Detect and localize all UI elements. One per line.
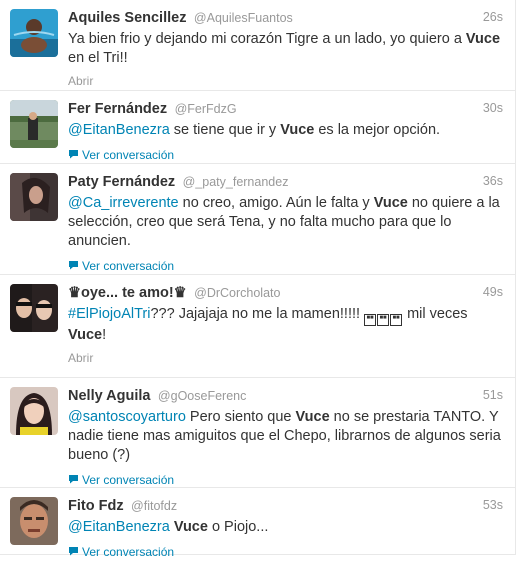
tweet-username[interactable]: @gOoseFerenc [158, 389, 246, 403]
hashtag-link[interactable]: #ElPiojoAlTri [68, 306, 150, 322]
mention-link[interactable]: @santoscoyarturo [68, 409, 186, 425]
missing-glyph-box-icon: ■■ [377, 314, 390, 326]
view-conversation-label: Ver conversación [82, 148, 175, 162]
view-conversation-label: Ver conversación [82, 473, 175, 487]
tweet-highlight: Vuce [465, 31, 501, 47]
tweet-fullname[interactable]: Fito Fdz [68, 498, 124, 514]
view-conversation-label: Ver conversación [82, 545, 175, 559]
tweet-timestamp[interactable]: 49s [483, 285, 503, 299]
tweet-text-segment: no creo, amigo. Aún le falta y [178, 195, 374, 211]
tweet-header: Fito Fdz @fitofdz 53s [68, 497, 503, 517]
mention-link[interactable]: @Ca_irreverente [68, 195, 179, 211]
tweet-timestamp[interactable]: 30s [483, 101, 503, 115]
tweet-timeline: Aquiles Sencillez @AquilesFuantos 26s Ya… [0, 0, 516, 559]
avatar[interactable] [10, 284, 58, 332]
expand-link[interactable]: Abrir [68, 74, 503, 92]
tweet-username[interactable]: @FerFdzG [175, 102, 237, 116]
tweet-text: @Ca_irreverente no creo, amigo. Aún le f… [68, 194, 503, 251]
tweet-fullname[interactable]: Fer Fernández [68, 101, 167, 117]
tweet-text-segment: ??? Jajajaja no me la mamen!!!!! [150, 306, 365, 322]
tweet-highlight: Vuce [295, 409, 330, 425]
speech-bubble-icon [68, 259, 79, 273]
avatar[interactable] [10, 173, 58, 221]
tweet-username[interactable]: @fitofdz [131, 499, 177, 513]
tweet-item[interactable]: Aquiles Sencillez @AquilesFuantos 26s Ya… [0, 0, 515, 91]
tweet-fullname[interactable]: ♛oye... te amo!♛ [68, 285, 187, 301]
tweet-text: @santoscoyarturo Pero siento que Vuce no… [68, 408, 503, 465]
tweet-text: @EitanBenezra se tiene que ir y Vuce es … [68, 121, 503, 140]
tweet-text-segment: ! [102, 327, 107, 343]
tweet-timestamp[interactable]: 53s [483, 498, 503, 512]
tweet-text: #ElPiojoAlTri??? Jajajaja no me la mamen… [68, 305, 503, 345]
tweet-fullname[interactable]: Nelly Aguila [68, 388, 150, 404]
speech-bubble-icon [68, 473, 79, 487]
speech-bubble-icon [68, 545, 79, 559]
tweet-item[interactable]: Fer Fernández @FerFdzG 30s @EitanBenezra… [0, 91, 515, 164]
tweet-highlight: Vuce [280, 122, 315, 138]
avatar[interactable] [10, 9, 58, 57]
tweet-text-segment: mil veces [403, 306, 468, 322]
view-conversation-label: Ver conversación [82, 259, 175, 273]
view-conversation-link[interactable]: Ver conversación [68, 257, 503, 275]
view-conversation-link[interactable]: Ver conversación [68, 146, 503, 164]
tweet-username[interactable]: @DrCorcholato [194, 286, 280, 300]
tweet-highlight: Vuce [173, 519, 208, 535]
tweet-timestamp[interactable]: 26s [483, 10, 503, 24]
tweet-highlight: Vuce [68, 327, 103, 343]
tweet-text-segment: se tiene que ir y [169, 122, 281, 138]
missing-glyph-box-icon: ■■ [364, 314, 377, 326]
tweet-text-segment: es la mejor opción. [314, 122, 441, 138]
tweet-item[interactable]: Nelly Aguila @gOoseFerenc 51s @santoscoy… [0, 378, 515, 488]
tweet-timestamp[interactable]: 36s [483, 174, 503, 188]
tweet-text-segment: en el Tri!! [68, 50, 128, 66]
tweet-timestamp[interactable]: 51s [483, 388, 503, 402]
tweet-fullname[interactable]: Paty Fernández [68, 174, 175, 190]
tweet-username[interactable]: @AquilesFuantos [194, 11, 293, 25]
tweet-header: ♛oye... te amo!♛ @DrCorcholato 49s [68, 284, 503, 304]
avatar[interactable] [10, 100, 58, 148]
mention-link[interactable]: @EitanBenezra [68, 122, 170, 138]
tweet-fullname[interactable]: Aquiles Sencillez [68, 10, 186, 26]
tweet-header: Aquiles Sencillez @AquilesFuantos 26s [68, 9, 503, 29]
expand-link[interactable]: Abrir [68, 351, 503, 369]
tweet-text-segment: o Piojo... [207, 519, 269, 535]
view-conversation-link[interactable]: Ver conversación [68, 471, 503, 489]
view-conversation-link[interactable]: Ver conversación [68, 543, 503, 561]
speech-bubble-icon [68, 148, 79, 162]
tweet-highlight: Vuce [373, 195, 408, 211]
tweet-text-segment: Ya bien frio y dejando mi corazón Tigre … [68, 31, 466, 47]
tweet-item[interactable]: Fito Fdz @fitofdz 53s @EitanBenezra Vuce… [0, 488, 515, 559]
avatar[interactable] [10, 497, 58, 545]
tweet-text: Ya bien frio y dejando mi corazón Tigre … [68, 30, 503, 68]
tweet-header: Fer Fernández @FerFdzG 30s [68, 100, 503, 120]
mention-link[interactable]: @EitanBenezra [68, 519, 170, 535]
tweet-header: Nelly Aguila @gOoseFerenc 51s [68, 387, 503, 407]
avatar[interactable] [10, 387, 58, 435]
tweet-item[interactable]: Paty Fernández @_paty_fernandez 36s @Ca_… [0, 164, 515, 275]
tweet-text-segment: Pero siento que [185, 409, 296, 425]
tweet-text: @EitanBenezra Vuce o Piojo... [68, 518, 503, 537]
tweet-username[interactable]: @_paty_fernandez [183, 175, 289, 189]
tweet-item[interactable]: ♛oye... te amo!♛ @DrCorcholato 49s #ElPi… [0, 275, 515, 378]
tweet-header: Paty Fernández @_paty_fernandez 36s [68, 173, 503, 193]
missing-glyph-box-icon: ■■ [390, 314, 403, 326]
